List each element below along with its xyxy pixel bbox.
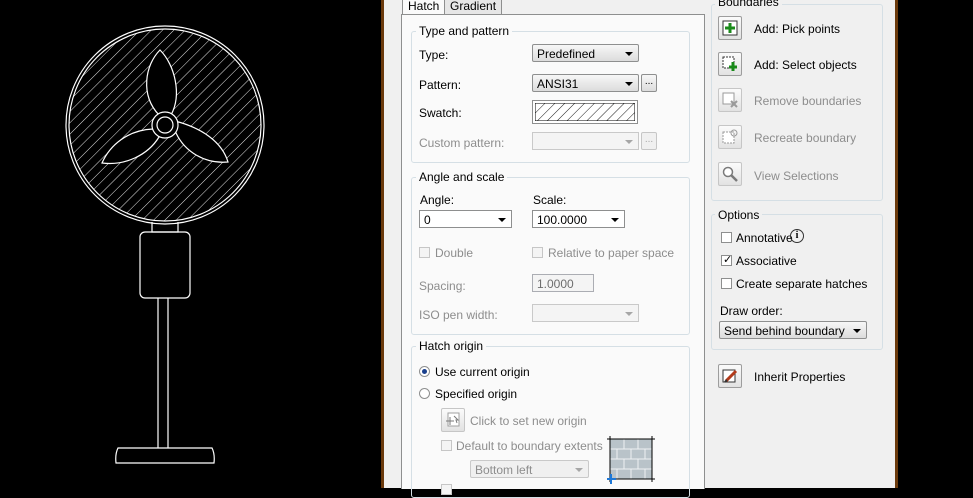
pattern-label: Pattern: xyxy=(419,78,462,92)
pattern-value: ANSI31 xyxy=(537,77,579,91)
origin-position-dropdown[interactable]: Bottom left xyxy=(470,460,589,478)
crosshair-pick-icon xyxy=(446,412,460,427)
store-as-default-origin-checkbox[interactable] xyxy=(441,484,452,495)
inherit-brush-icon xyxy=(722,369,738,383)
chevron-down-icon xyxy=(611,218,619,222)
set-origin-button[interactable] xyxy=(441,408,465,432)
double-checkbox[interactable] xyxy=(419,247,430,258)
chevron-down-icon xyxy=(625,140,633,144)
checkmark-icon: ✓ xyxy=(723,254,733,266)
tab-gradient[interactable]: Gradient xyxy=(444,0,503,15)
pattern-dropdown[interactable]: ANSI31 xyxy=(532,74,639,92)
relative-to-paper-space-label: Relative to paper space xyxy=(548,246,675,260)
create-separate-hatches-checkbox[interactable] xyxy=(721,278,732,289)
remove-boundaries-icon xyxy=(722,92,738,108)
view-selections-label: View Selections xyxy=(754,169,839,183)
default-boundary-extents-checkbox[interactable] xyxy=(441,440,452,451)
chevron-down-icon xyxy=(625,82,633,86)
swatch-label: Swatch: xyxy=(419,106,462,120)
chevron-down-icon xyxy=(625,312,633,316)
select-objects-icon xyxy=(722,56,737,71)
spacing-value: 1.0000 xyxy=(537,277,574,291)
origin-preview xyxy=(607,436,655,484)
custom-pattern-browse-button[interactable]: ... xyxy=(641,132,657,150)
angle-value: 0 xyxy=(424,213,431,227)
recreate-boundary-icon xyxy=(722,129,738,144)
brick-preview-icon xyxy=(607,436,655,484)
tab-hatch[interactable]: Hatch xyxy=(402,0,446,15)
inherit-properties-button[interactable] xyxy=(718,364,742,388)
scale-label: Scale: xyxy=(533,193,567,207)
hatch-swatch-icon xyxy=(535,103,635,121)
add-pick-points-button[interactable] xyxy=(718,16,742,40)
angle-dropdown[interactable]: 0 xyxy=(419,210,512,228)
origin-position-value: Bottom left xyxy=(475,463,533,477)
annotative-label: Annotative xyxy=(736,231,793,245)
associative-checkbox[interactable]: ✓ xyxy=(721,254,733,266)
associative-label: Associative xyxy=(736,254,797,268)
background-strip xyxy=(898,0,973,488)
chevron-down-icon xyxy=(498,218,506,222)
spacing-input[interactable]: 1.0000 xyxy=(532,274,594,292)
remove-boundaries-button[interactable] xyxy=(718,88,742,112)
inherit-properties-label: Inherit Properties xyxy=(754,370,846,384)
remove-boundaries-label: Remove boundaries xyxy=(754,94,862,108)
view-selections-button[interactable] xyxy=(718,162,742,186)
type-dropdown[interactable]: Predefined xyxy=(532,44,639,62)
radio-dot-icon xyxy=(422,369,427,374)
click-to-set-origin-label: Click to set new origin xyxy=(470,414,587,428)
hatch-origin-title: Hatch origin xyxy=(416,339,487,353)
scale-value: 100.0000 xyxy=(537,213,588,227)
default-boundary-extents-label: Default to boundary extents xyxy=(456,439,603,453)
fan-drawing xyxy=(65,25,265,464)
angle-label: Angle: xyxy=(420,193,455,207)
specified-origin-radio[interactable] xyxy=(419,388,430,399)
double-label: Double xyxy=(435,246,474,260)
draw-order-value: Send behind boundary xyxy=(724,324,845,338)
chevron-down-icon xyxy=(575,468,583,472)
type-value: Predefined xyxy=(537,47,596,61)
use-current-origin-radio[interactable] xyxy=(419,366,430,377)
pattern-browse-button[interactable]: ... xyxy=(641,74,657,92)
use-current-origin-label: Use current origin xyxy=(435,365,530,379)
custom-pattern-label: Custom pattern: xyxy=(419,136,505,150)
draw-order-dropdown[interactable]: Send behind boundary xyxy=(719,321,867,339)
magnifier-icon xyxy=(722,166,738,182)
iso-pen-width-label: ISO pen width: xyxy=(419,308,498,322)
swatch-preview[interactable] xyxy=(532,100,638,124)
draw-order-label: Draw order: xyxy=(720,304,783,318)
iso-pen-width-dropdown[interactable] xyxy=(532,304,639,322)
create-separate-hatches-label: Create separate hatches xyxy=(736,277,868,291)
type-label: Type: xyxy=(419,48,449,62)
add-pick-points-label: Add: Pick points xyxy=(754,22,841,36)
add-select-objects-label: Add: Select objects xyxy=(754,58,857,72)
custom-pattern-dropdown[interactable] xyxy=(532,132,639,150)
chevron-down-icon xyxy=(625,52,633,56)
drawing-canvas[interactable] xyxy=(0,0,381,488)
recreate-boundary-label: Recreate boundary xyxy=(754,131,857,145)
scale-dropdown[interactable]: 100.0000 xyxy=(532,210,625,228)
relative-to-paper-space-checkbox[interactable] xyxy=(532,247,543,258)
angle-and-scale-title: Angle and scale xyxy=(416,170,508,184)
recreate-boundary-button[interactable] xyxy=(718,125,742,149)
chevron-down-icon xyxy=(853,329,861,333)
add-select-objects-button[interactable] xyxy=(718,52,742,76)
specified-origin-label: Specified origin xyxy=(435,387,518,401)
info-icon[interactable]: i xyxy=(790,229,804,243)
spacing-label: Spacing: xyxy=(419,279,466,293)
options-title: Options xyxy=(715,208,763,222)
annotative-checkbox[interactable] xyxy=(721,232,732,243)
pick-points-icon xyxy=(722,20,738,36)
type-and-pattern-title: Type and pattern xyxy=(416,24,513,38)
boundaries-title: Boundaries xyxy=(715,0,782,9)
